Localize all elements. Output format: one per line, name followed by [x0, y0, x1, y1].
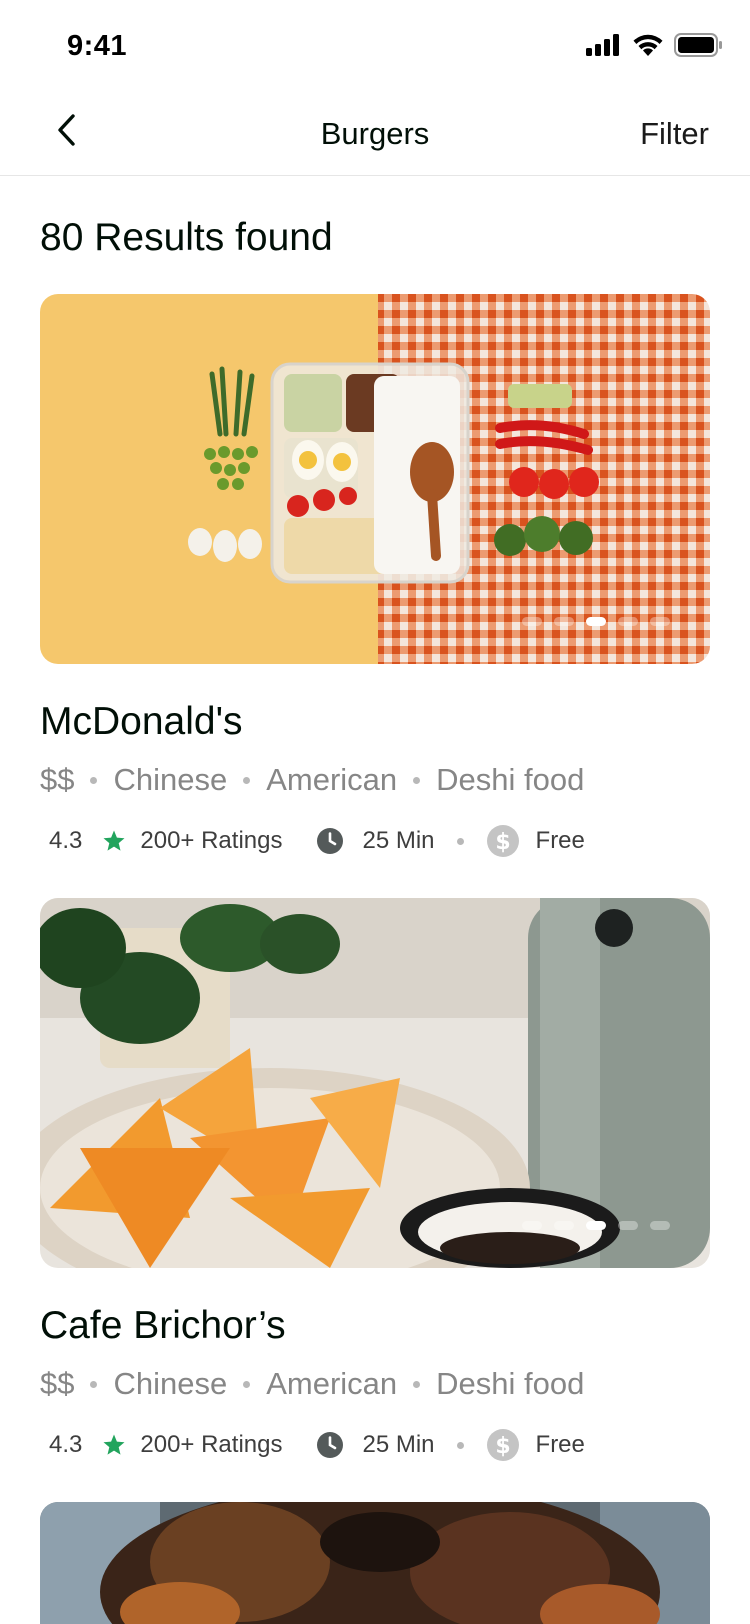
restaurant-name[interactable]: McDonald's — [40, 700, 710, 744]
restaurant-card[interactable]: McDonald's $$ Chinese American Deshi foo… — [40, 294, 710, 858]
status-icons — [586, 33, 722, 62]
food-photo-image — [40, 898, 710, 1268]
carousel-dot[interactable] — [618, 617, 638, 626]
cuisine-tag: Deshi food — [436, 1366, 585, 1401]
restaurant-image-carousel[interactable] — [40, 1502, 710, 1624]
dot-separator — [90, 1380, 98, 1388]
svg-text:$: $ — [495, 1434, 510, 1459]
carousel-dot-active[interactable] — [586, 1221, 606, 1230]
carousel-dot-active[interactable] — [586, 617, 606, 626]
carousel-dot[interactable] — [522, 617, 542, 626]
dot-separator — [413, 1380, 421, 1388]
restaurant-name[interactable]: Cafe Brichor’s — [40, 1304, 710, 1348]
battery-icon — [674, 33, 722, 62]
cuisine-tag: Chinese — [113, 762, 228, 797]
cuisine-tag: American — [266, 762, 398, 797]
clock-icon — [316, 1431, 344, 1459]
svg-text:$: $ — [495, 830, 510, 855]
restaurant-meta: 4.3 200+ Ratings 25 Min $ Free — [40, 1428, 710, 1462]
dot-separator — [243, 1380, 251, 1388]
wifi-icon — [632, 34, 664, 61]
dot-separator — [456, 1441, 464, 1449]
dot-separator — [456, 837, 464, 845]
restaurant-tags: $$ Chinese American Deshi food — [40, 1366, 710, 1402]
ratings-count: 200+ Ratings — [140, 827, 283, 854]
cuisine-tag: American — [266, 1366, 398, 1401]
rating-value: 4.3 — [49, 827, 83, 854]
restaurant-card[interactable] — [40, 1502, 710, 1624]
carousel-dot[interactable] — [650, 1221, 670, 1230]
ratings-count: 200+ Ratings — [140, 1431, 283, 1458]
results-count-heading: 80 Results found — [40, 216, 333, 259]
carousel-dot[interactable] — [554, 1221, 574, 1230]
restaurant-meta: 4.3 200+ Ratings 25 Min $ Free — [40, 824, 710, 858]
cellular-signal-icon — [586, 34, 622, 61]
dollar-icon: $ — [486, 1428, 520, 1462]
delivery-fee: Free — [535, 1431, 585, 1458]
food-photo-image — [40, 294, 710, 664]
dollar-icon: $ — [486, 824, 520, 858]
delivery-time: 25 Min — [362, 827, 435, 854]
star-icon — [102, 1433, 126, 1457]
carousel-dot[interactable] — [650, 617, 670, 626]
clock-icon — [316, 827, 344, 855]
rating-value: 4.3 — [49, 1431, 83, 1458]
page-title: Burgers — [320, 116, 430, 151]
restaurant-tags: $$ Chinese American Deshi food — [40, 762, 710, 798]
nav-bar: Burgers Filter — [0, 96, 750, 176]
price-level: $$ — [40, 1366, 75, 1401]
delivery-fee: Free — [535, 827, 585, 854]
restaurant-card[interactable]: Cafe Brichor’s $$ Chinese American Deshi… — [40, 898, 710, 1462]
dot-separator — [413, 776, 421, 784]
dot-separator — [90, 776, 98, 784]
status-time: 9:41 — [67, 30, 128, 62]
cuisine-tag: Chinese — [113, 1366, 228, 1401]
carousel-dots — [522, 1221, 670, 1230]
carousel-dot[interactable] — [522, 1221, 542, 1230]
filter-button[interactable]: Filter — [640, 116, 709, 152]
restaurant-image-carousel[interactable] — [40, 294, 710, 664]
carousel-dot[interactable] — [554, 617, 574, 626]
carousel-dot[interactable] — [618, 1221, 638, 1230]
status-bar: 9:41 — [0, 0, 750, 96]
dot-separator — [243, 776, 251, 784]
food-photo-image — [40, 1502, 710, 1624]
restaurant-image-carousel[interactable] — [40, 898, 710, 1268]
price-level: $$ — [40, 762, 75, 797]
carousel-dots — [522, 617, 670, 626]
delivery-time: 25 Min — [362, 1431, 435, 1458]
cuisine-tag: Deshi food — [436, 762, 585, 797]
star-icon — [102, 829, 126, 853]
